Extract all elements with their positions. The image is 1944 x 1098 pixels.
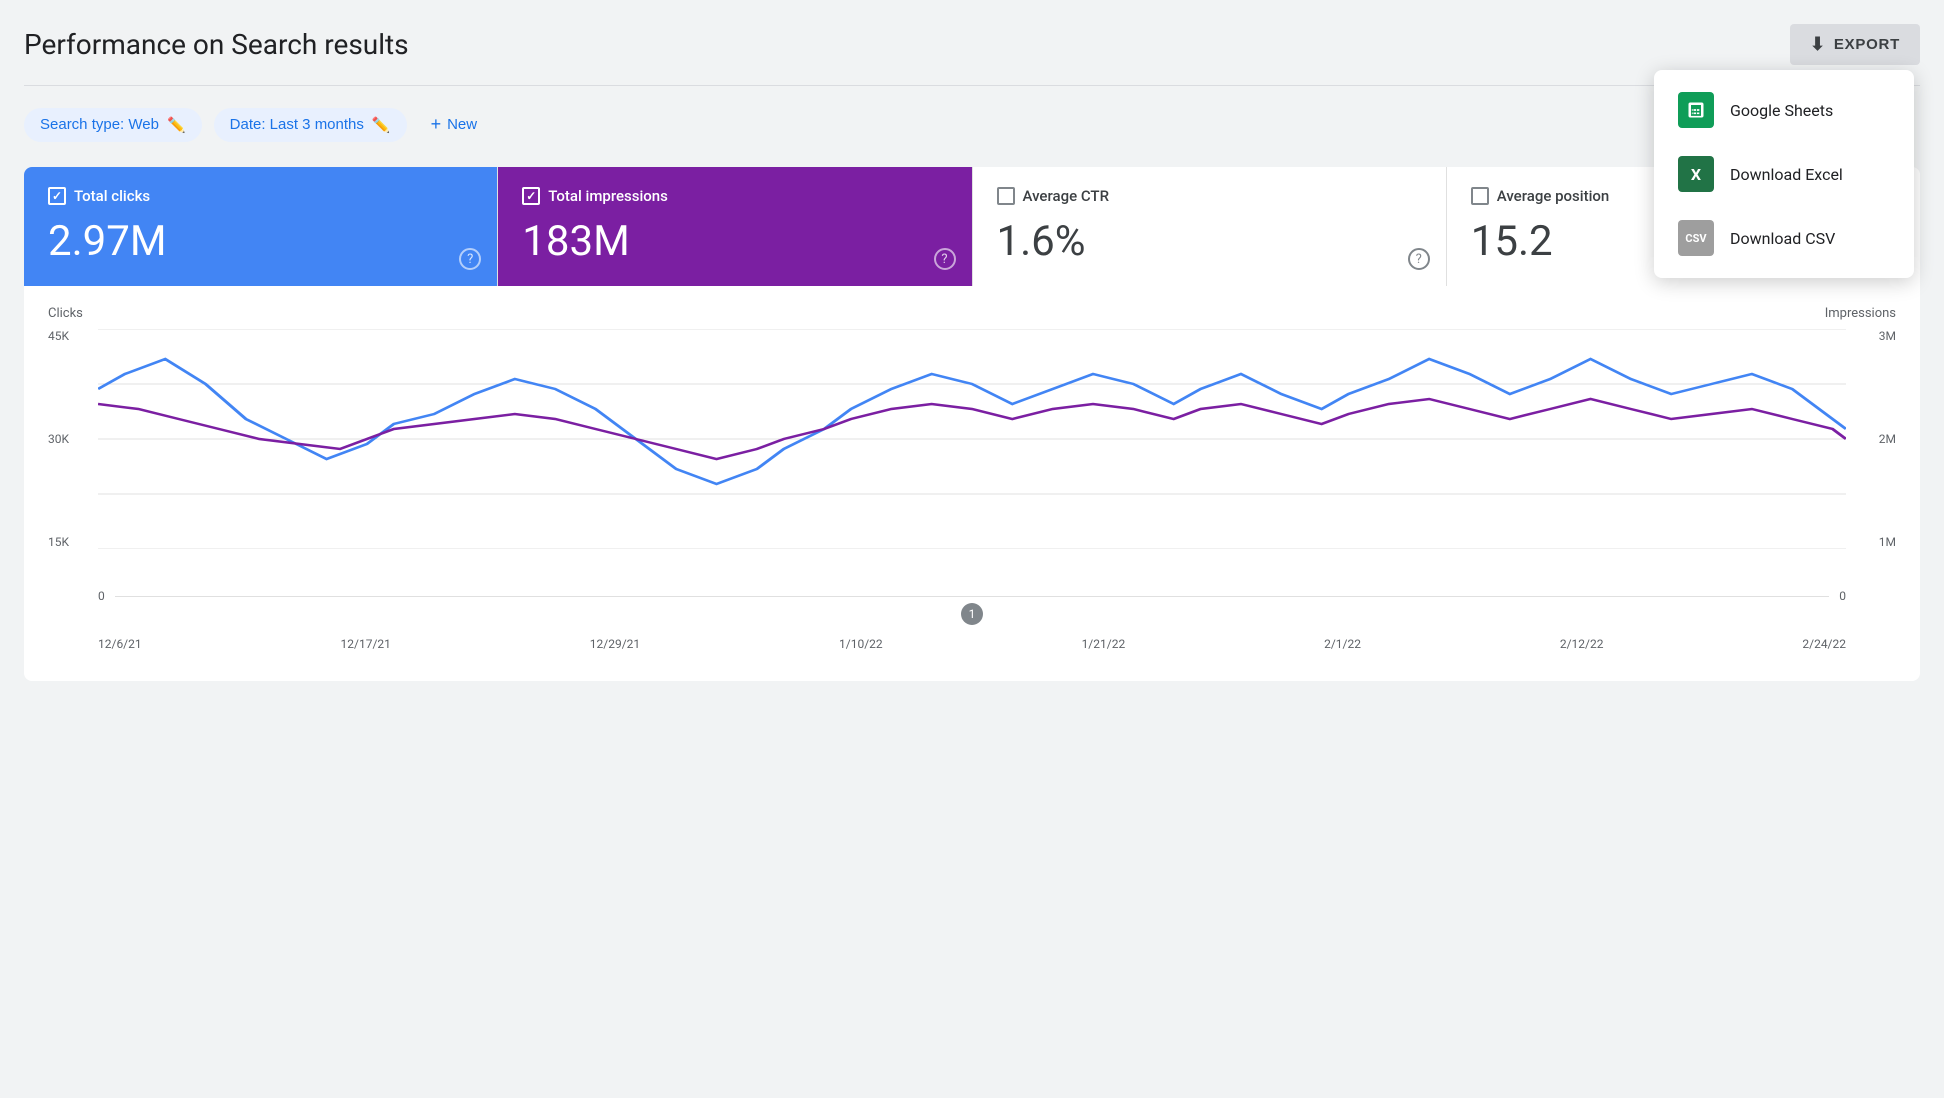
x-label-7: 2/24/22 [1802, 637, 1846, 651]
export-label: EXPORT [1834, 36, 1900, 53]
export-button[interactable]: ⬇ EXPORT [1790, 24, 1920, 65]
filters-row: Search type: Web ✏️ Date: Last 3 months … [24, 106, 1920, 143]
edit-icon-date: ✏️ [372, 116, 391, 134]
search-type-filter[interactable]: Search type: Web ✏️ [24, 108, 202, 142]
metric-label-clicks: Total clicks [74, 187, 150, 205]
chart-svg-wrapper [98, 329, 1846, 549]
chart-right-axis-label: Impressions [1825, 306, 1896, 321]
impressions-line [98, 399, 1846, 459]
download-excel-label: Download Excel [1730, 165, 1843, 184]
metric-label-ctr: Average CTR [1023, 187, 1110, 205]
metric-checkbox-position [1471, 187, 1489, 205]
clicks-line [98, 359, 1846, 484]
zero-left: 0 [98, 589, 105, 603]
x-label-0: 12/6/21 [98, 637, 142, 651]
edit-icon: ✏️ [167, 116, 186, 134]
y-left-mid: 30K [48, 432, 93, 446]
y-left-top: 45K [48, 329, 93, 343]
metric-value-clicks: 2.97M [48, 217, 473, 266]
page-title: Performance on Search results [24, 28, 409, 61]
x-label-5: 2/1/22 [1324, 637, 1361, 651]
dropdown-item-download-excel[interactable]: X Download Excel [1654, 142, 1914, 206]
search-type-label: Search type: Web [40, 116, 159, 133]
metric-checkbox-impressions [522, 187, 540, 205]
chart-area: 45K 30K 15K 3M 2M 1M [48, 329, 1896, 589]
dropdown-item-google-sheets[interactable]: Google Sheets [1654, 78, 1914, 142]
help-icon-impressions[interactable]: ? [934, 248, 956, 270]
y-right-top: 3M [1851, 329, 1896, 343]
metric-value-impressions: 183M [522, 217, 947, 266]
excel-icon: X [1678, 156, 1714, 192]
date-label: Date: Last 3 months [230, 116, 364, 133]
y-left-bot: 15K [48, 535, 93, 549]
metric-checkbox-ctr [997, 187, 1015, 205]
chart-bottom-area: 0 1 0 12/6/21 12/17/21 12/29/21 1/10/22 … [48, 589, 1896, 651]
metric-header-clicks: Total clicks [48, 187, 473, 205]
zero-right: 0 [1839, 589, 1846, 603]
y-right-mid: 2M [1851, 432, 1896, 446]
metric-card-avg-ctr[interactable]: Average CTR 1.6% ? [973, 167, 1447, 286]
download-csv-label: Download CSV [1730, 229, 1835, 248]
download-icon: ⬇ [1810, 34, 1826, 55]
metric-header-ctr: Average CTR [997, 187, 1422, 205]
divider [24, 85, 1920, 86]
x-label-6: 2/12/22 [1560, 637, 1604, 651]
metric-checkbox-clicks [48, 187, 66, 205]
google-sheets-icon [1678, 92, 1714, 128]
x-label-2: 12/29/21 [590, 637, 640, 651]
metric-label-impressions: Total impressions [548, 187, 668, 205]
metric-header-impressions: Total impressions [522, 187, 947, 205]
csv-icon: CSV [1678, 220, 1714, 256]
google-sheets-label: Google Sheets [1730, 101, 1833, 120]
plus-icon: + [431, 114, 442, 135]
date-filter[interactable]: Date: Last 3 months ✏️ [214, 108, 407, 142]
chart-y-right: 3M 2M 1M [1851, 329, 1896, 549]
chart-left-axis-label: Clicks [48, 306, 83, 321]
metrics-row: Total clicks 2.97M ? Total impressions 1… [24, 167, 1920, 286]
dropdown-item-download-csv[interactable]: CSV Download CSV [1654, 206, 1914, 270]
metric-label-position: Average position [1497, 187, 1610, 205]
metric-card-total-clicks[interactable]: Total clicks 2.97M ? [24, 167, 498, 286]
circle-badge: 1 [961, 603, 983, 625]
chart-container: Clicks Impressions 45K 30K 15K 3M 2M 1M [24, 286, 1920, 681]
chart-top-labels: Clicks Impressions [48, 306, 1896, 321]
x-label-1: 12/17/21 [341, 637, 391, 651]
y-right-bot: 1M [1851, 535, 1896, 549]
x-label-3: 1/10/22 [839, 637, 883, 651]
export-dropdown: Google Sheets X Download Excel CSV Downl… [1654, 70, 1914, 278]
metric-card-total-impressions[interactable]: Total impressions 183M ? [498, 167, 972, 286]
new-button[interactable]: + New [419, 106, 490, 143]
help-icon-clicks[interactable]: ? [459, 248, 481, 270]
x-label-4: 1/21/22 [1082, 637, 1126, 651]
chart-y-left: 45K 30K 15K [48, 329, 93, 549]
new-label: New [447, 116, 477, 133]
help-icon-ctr[interactable]: ? [1408, 248, 1430, 270]
metric-value-ctr: 1.6% [997, 217, 1422, 266]
chart-svg [98, 329, 1846, 549]
